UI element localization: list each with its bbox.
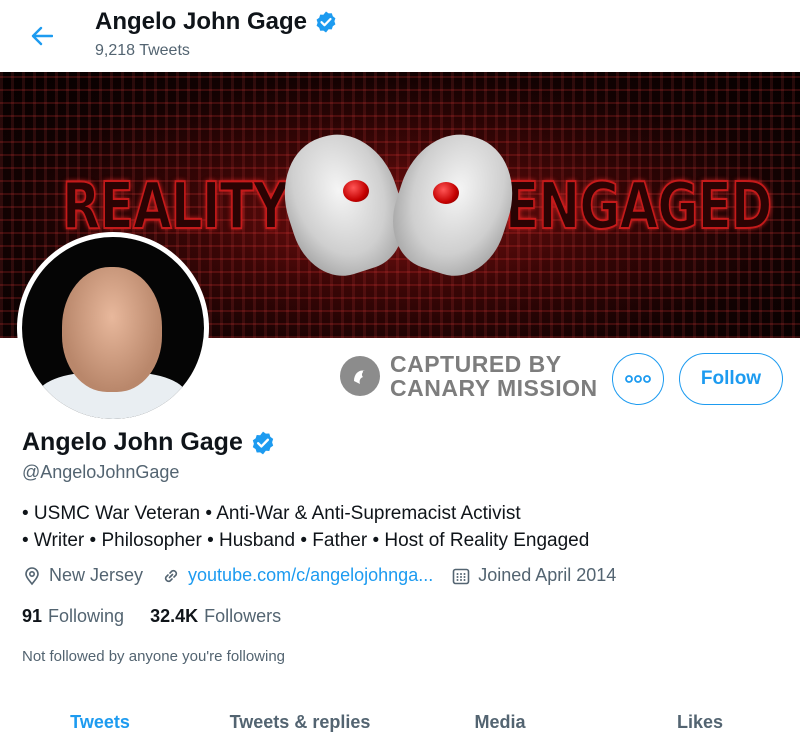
location: New Jersey — [22, 565, 143, 586]
joined-date: Joined April 2014 — [451, 565, 616, 586]
more-options-button[interactable] — [612, 353, 664, 405]
avatar-face — [62, 267, 162, 392]
following-link[interactable]: 91 Following — [22, 606, 124, 627]
header-name: Angelo John Gage — [95, 8, 308, 35]
profile-tabs: Tweets Tweets & replies Media Likes — [0, 700, 800, 735]
followers-count: 32.4K — [150, 606, 199, 626]
profile-bio: • USMC War Veteran • Anti-War & Anti-Sup… — [22, 500, 589, 554]
profile-meta: New Jersey youtube.com/c/angelojohnga...… — [22, 565, 634, 586]
followers-link[interactable]: 32.4K Followers — [150, 606, 281, 627]
verified-badge-icon — [252, 431, 274, 454]
watermark-line1: CAPTURED BY — [390, 351, 562, 377]
website-link[interactable]: youtube.com/c/angelojohnga... — [188, 565, 433, 586]
profile-handle: @AngeloJohnGage — [22, 462, 180, 482]
profile-header: Angelo John Gage 9,218 Tweets — [0, 0, 800, 72]
tweet-count: 9,218 Tweets — [95, 42, 190, 59]
verified-badge-icon — [316, 11, 336, 33]
back-button[interactable] — [24, 18, 60, 54]
followers-label: Followers — [204, 606, 282, 626]
profile-name: Angelo John Gage — [22, 428, 276, 457]
location-pin-icon — [25, 566, 39, 585]
avatar[interactable] — [17, 232, 209, 424]
canary-bird-icon — [340, 356, 380, 396]
following-count: 91 — [22, 606, 43, 626]
watermark-line2: CANARY MISSION — [390, 375, 598, 401]
follow-button[interactable]: Follow — [679, 353, 783, 405]
header-title: Angelo John Gage — [95, 8, 338, 36]
avatar-photo — [22, 237, 204, 419]
link-icon — [164, 569, 178, 582]
following-label: Following — [48, 606, 125, 626]
red-pill-right — [433, 182, 459, 204]
tab-likes[interactable]: Likes — [600, 700, 800, 735]
tab-media[interactable]: Media — [400, 700, 600, 735]
joined-text: Joined April 2014 — [478, 565, 617, 585]
profile-name-text: Angelo John Gage — [22, 428, 243, 456]
website[interactable]: youtube.com/c/angelojohnga... — [161, 565, 433, 586]
bio-line: • USMC War Veteran • Anti-War & Anti-Sup… — [22, 503, 521, 524]
calendar-icon — [452, 568, 470, 584]
canary-mission-watermark: CAPTURED BY CANARY MISSION — [340, 352, 598, 400]
more-dots-icon — [625, 375, 651, 383]
not-followed-text: Not followed by anyone you're following — [22, 648, 286, 665]
arrow-left-icon — [31, 26, 53, 46]
bio-line: • Writer • Philosopher • Husband • Fathe… — [22, 530, 590, 551]
profile-stats: 91 Following 32.4K Followers — [22, 606, 307, 627]
banner-right-word: ENGAGED — [504, 169, 773, 245]
tab-tweets-replies[interactable]: Tweets & replies — [200, 700, 400, 735]
red-pill-left — [343, 180, 369, 202]
location-text: New Jersey — [49, 565, 144, 585]
tab-tweets[interactable]: Tweets — [0, 700, 200, 735]
